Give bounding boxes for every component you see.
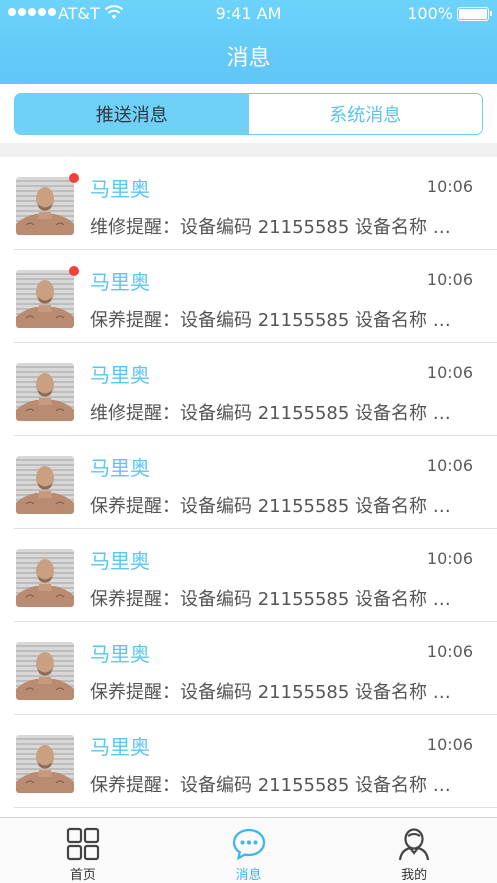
tabbar-label-profile: 我的 [401, 868, 428, 883]
message-time: 10:06 [426, 456, 473, 475]
chat-bubble-icon [232, 828, 265, 861]
tabbar-label-messages: 消息 [235, 868, 262, 883]
message-time: 10:06 [426, 642, 473, 661]
avatar [16, 456, 74, 514]
avatar-container [16, 363, 74, 421]
sender-name: 马里奥 [90, 642, 150, 666]
avatar [16, 735, 74, 793]
message-list-item[interactable]: 马里奥 10:06 保养提醒：设备编码 21155585 设备名称 继电器 [14, 529, 497, 622]
avatar-container [16, 549, 74, 607]
sender-name: 马里奥 [90, 549, 150, 573]
message-time: 10:06 [426, 177, 473, 196]
message-list-item[interactable]: 马里奥 10:06 保养提醒：设备编码 21155585 设备名称 继电器 [14, 250, 497, 343]
unread-dot [69, 266, 79, 276]
avatar-container [16, 456, 74, 514]
message-time: 10:06 [426, 735, 473, 754]
tab-push-messages[interactable]: 推送消息 [15, 94, 249, 134]
sender-name: 马里奥 [90, 735, 150, 759]
message-list-item[interactable]: 马里奥 10:06 保养提醒：设备编码 21155585 设备名称 继电器 [14, 715, 497, 808]
message-list-item[interactable]: 马里奥 10:06 保养提醒：设备编码 21155585 设备名称 继电器 [14, 436, 497, 529]
avatar-container [16, 173, 79, 235]
tabbar-item-profile[interactable]: 我的 [331, 818, 497, 883]
section-divider [0, 143, 497, 157]
message-time: 10:06 [426, 270, 473, 289]
avatar [16, 642, 74, 700]
message-preview: 保养提醒：设备编码 21155585 设备名称 继电器 [90, 775, 468, 796]
message-list: 马里奥 10:06 维修提醒：设备编码 21155585 设备名称 继电器 马里… [0, 157, 497, 817]
message-preview: 维修提醒：设备编码 21155585 设备名称 继电器 [90, 217, 468, 238]
unread-dot [69, 173, 79, 183]
battery-percent: 100% [407, 4, 453, 23]
tab-system-messages[interactable]: 系统消息 [248, 94, 482, 134]
header-bar: AT&T 9:41 AM 100% 消息 [0, 0, 497, 84]
tabbar-item-messages[interactable]: 消息 [166, 818, 332, 883]
page-title: 消息 [226, 46, 271, 71]
message-preview: 保养提醒：设备编码 21155585 设备名称 继电器 [90, 589, 468, 610]
avatar [16, 177, 74, 235]
avatar-container [16, 642, 74, 700]
message-list-item[interactable]: 马里奥 10:06 保养提醒：设备编码 21155585 设备名称 继电器 [14, 622, 497, 715]
message-preview: 保养提醒：设备编码 21155585 设备名称 继电器 [90, 496, 468, 517]
message-preview: 保养提醒：设备编码 21155585 设备名称 继电器 [90, 310, 468, 331]
battery-icon [457, 7, 492, 21]
avatar-container [16, 735, 74, 793]
message-time: 10:06 [426, 549, 473, 568]
status-bar: AT&T 9:41 AM 100% [0, 0, 497, 28]
profile-icon [399, 828, 430, 861]
home-grid-icon [66, 827, 99, 861]
sender-name: 马里奥 [90, 363, 150, 387]
avatar [16, 270, 74, 328]
tabbar-item-home[interactable]: 首页 [0, 818, 166, 883]
sender-name: 马里奥 [90, 177, 150, 201]
sender-name: 马里奥 [90, 270, 150, 294]
message-list-item[interactable]: 马里奥 10:06 维修提醒：设备编码 21155585 设备名称 继电器 [14, 343, 497, 436]
message-preview: 保养提醒：设备编码 21155585 设备名称 继电器 [90, 682, 468, 703]
message-list-item[interactable]: 马里奥 10:06 维修提醒：设备编码 21155585 设备名称 继电器 [14, 157, 497, 250]
avatar-container [16, 266, 79, 328]
tabbar-label-home: 首页 [69, 868, 96, 883]
segmented-control: 推送消息 系统消息 [14, 93, 483, 135]
avatar [16, 363, 74, 421]
message-preview: 维修提醒：设备编码 21155585 设备名称 继电器 [90, 403, 468, 424]
bottom-tab-bar: 首页 消息 我的 [0, 817, 497, 883]
avatar [16, 549, 74, 607]
sender-name: 马里奥 [90, 456, 150, 480]
message-time: 10:06 [426, 363, 473, 382]
